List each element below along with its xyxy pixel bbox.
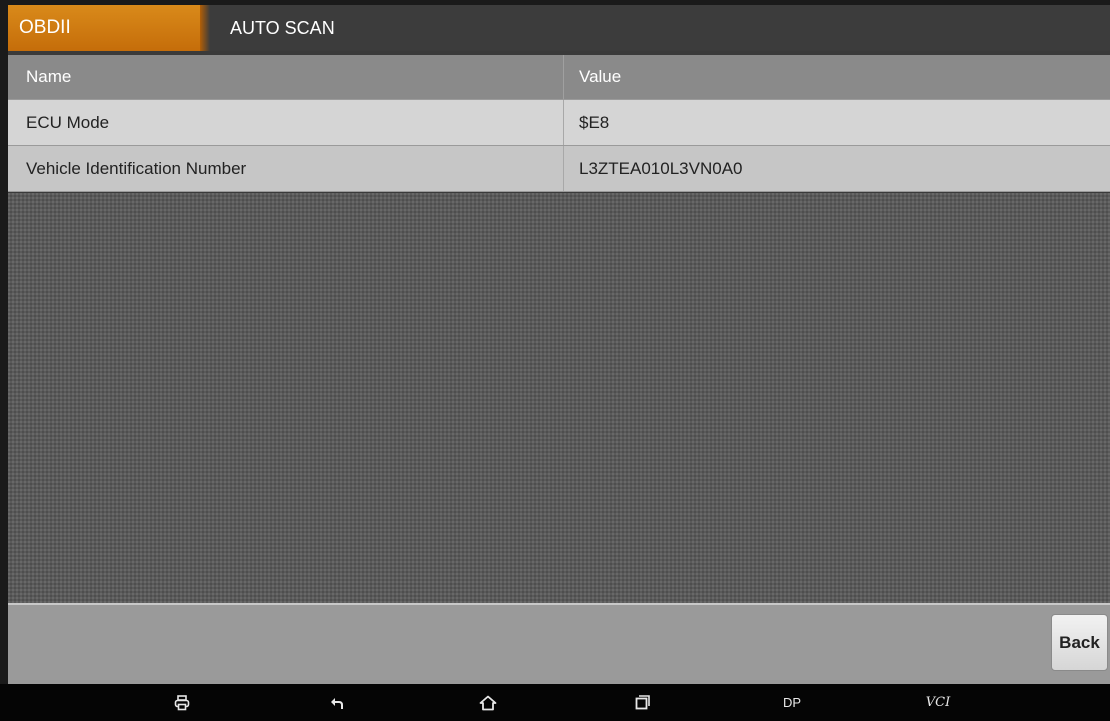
title-bar: OBDII AUTO SCAN xyxy=(8,5,1110,51)
column-divider xyxy=(563,146,564,191)
app-window: OBDII AUTO SCAN Name Value ECU Mode $E8 … xyxy=(8,5,1110,684)
dp-label: DP xyxy=(782,695,802,710)
column-divider xyxy=(563,100,564,145)
tab-obdii[interactable]: OBDII xyxy=(8,5,200,51)
printer-icon[interactable] xyxy=(162,684,202,721)
page-title: AUTO SCAN xyxy=(230,18,335,38)
table-header-row: Name Value xyxy=(8,55,1110,100)
vci-button[interactable]: VCI xyxy=(918,684,958,721)
column-header-value: Value xyxy=(579,67,622,86)
android-nav-bar: DP VCI xyxy=(0,684,1110,721)
table-row[interactable]: Vehicle Identification Number L3ZTEA010L… xyxy=(8,146,1110,192)
row-value: L3ZTEA010L3VN0A0 xyxy=(579,158,743,178)
dp-button[interactable]: DP xyxy=(772,684,812,721)
row-name: Vehicle Identification Number xyxy=(26,158,247,178)
vci-label: VCI xyxy=(925,695,951,710)
tab-separator xyxy=(200,5,210,51)
empty-content-area xyxy=(8,193,1110,605)
column-divider xyxy=(563,55,564,99)
home-icon[interactable] xyxy=(468,684,508,721)
action-bar: Back xyxy=(8,605,1110,684)
column-header-name: Name xyxy=(26,67,72,86)
recent-apps-icon[interactable] xyxy=(622,684,662,721)
data-table: Name Value ECU Mode $E8 Vehicle Identifi… xyxy=(8,55,1110,192)
back-arrow-icon[interactable] xyxy=(317,684,357,721)
row-value: $E8 xyxy=(579,112,610,132)
row-name: ECU Mode xyxy=(26,112,110,132)
table-row[interactable]: ECU Mode $E8 xyxy=(8,100,1110,146)
back-button[interactable]: Back xyxy=(1051,614,1108,671)
